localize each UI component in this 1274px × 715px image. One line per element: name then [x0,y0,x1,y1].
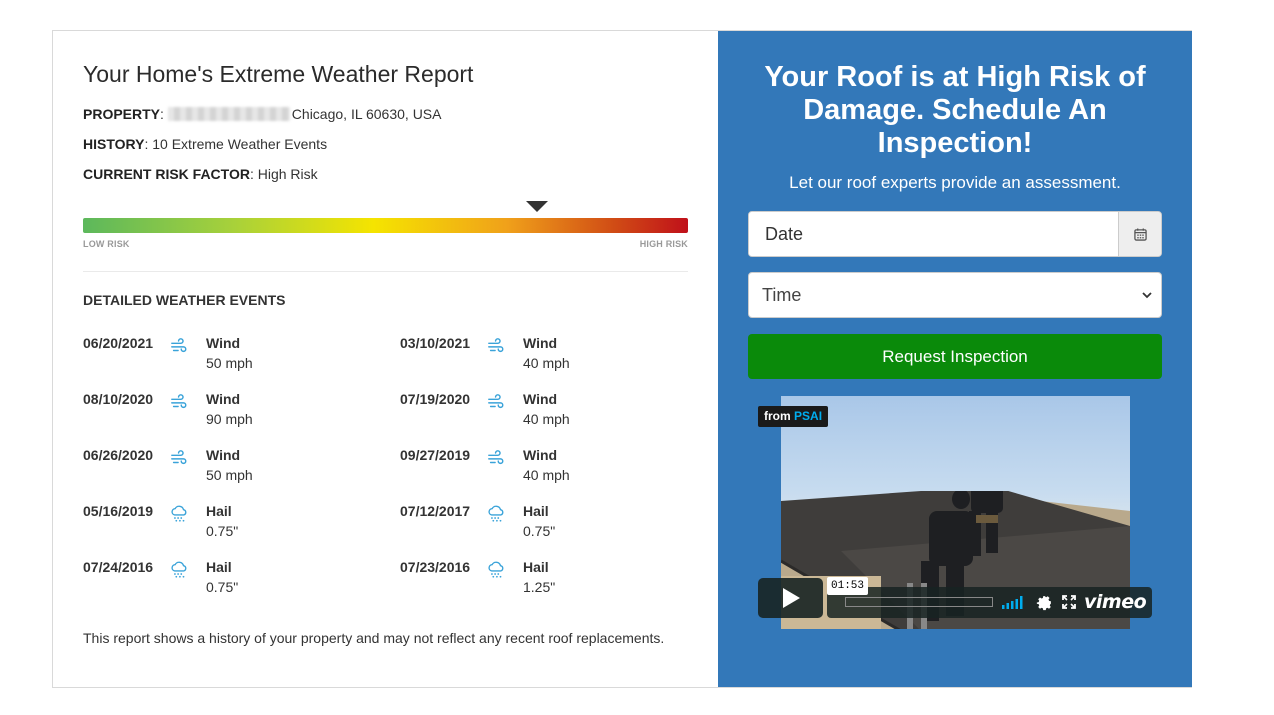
event-date: 07/12/2017 [400,503,471,519]
video-timecode: 01:53 [827,577,869,595]
chevron-down-icon [1142,292,1152,299]
event-value: 0.75" [523,523,556,539]
video-controls: vimeo [827,587,1152,618]
event-value: 50 mph [206,355,253,371]
play-button[interactable] [758,578,823,618]
event-date: 08/10/2020 [83,391,154,407]
divider [83,271,688,272]
report-panel: Your Home's Extreme Weather Report PROPE… [53,31,718,687]
history-value: 10 Extreme Weather Events [152,136,328,152]
weather-event-item: 03/10/2021 Wind 40 mph [400,335,700,381]
event-value: 90 mph [206,411,253,427]
property-value: Chicago, IL 60630, USA [291,106,442,122]
wind-icon [170,449,188,467]
event-type: Wind [523,447,558,463]
calendar-icon [1133,227,1147,241]
event-date: 09/27/2019 [400,447,471,463]
calendar-button[interactable] [1118,212,1161,256]
weather-event-item: 06/26/2020 Wind 50 mph [83,447,383,493]
event-value: 0.75" [206,579,239,595]
video-source-badge[interactable]: from PSAI [758,406,829,427]
event-value: 1.25" [523,579,556,595]
date-field [748,211,1162,257]
hail-icon [487,505,505,523]
risk-gradient-bar [83,218,688,233]
weather-event-item: 09/27/2019 Wind 40 mph [400,447,700,493]
wind-icon [487,449,505,467]
event-value: 40 mph [523,411,570,427]
hail-icon [170,505,188,523]
report-footnote: This report shows a history of your prop… [83,630,665,646]
weather-event-item: 07/24/2016 Hail 0.75" [83,559,383,605]
event-date: 05/16/2019 [83,503,154,519]
inspection-panel: Your Roof is at High Risk of Damage. Sch… [718,31,1192,687]
gear-icon[interactable] [1036,594,1053,611]
risk-factor-label: CURRENT RISK FACTOR [83,166,250,182]
from-brand: PSAI [794,409,823,423]
property-label: PROPERTY [83,106,161,122]
time-select-label: Time [762,285,802,305]
weather-report-card: Your Home's Extreme Weather Report PROPE… [52,30,1192,688]
risk-factor-row: CURRENT RISK FACTOR: High Risk [83,166,318,182]
event-type: Wind [523,335,558,351]
event-type: Wind [523,391,558,407]
event-value: 0.75" [206,523,239,539]
time-select[interactable]: Time [748,272,1162,318]
weather-event-item: 05/16/2019 Hail 0.75" [83,503,383,549]
cta-subtitle: Let our roof experts provide an assessme… [789,173,1121,192]
weather-event-item: 06/20/2021 Wind 50 mph [83,335,383,381]
risk-marker-icon [525,201,548,212]
weather-event-item: 07/19/2020 Wind 40 mph [400,391,700,437]
event-date: 07/19/2020 [400,391,471,407]
event-type: Hail [206,503,232,519]
weather-event-item: 07/23/2016 Hail 1.25" [400,559,700,605]
wind-icon [487,337,505,355]
history-row: HISTORY: 10 Extreme Weather Events [83,136,328,152]
property-row: PROPERTY: Chicago, IL 60630, USA [83,106,442,122]
fullscreen-icon[interactable] [1062,595,1076,609]
event-date: 07/23/2016 [400,559,471,575]
event-type: Wind [206,335,241,351]
wind-icon [170,337,188,355]
cta-title: Your Roof is at High Risk of Damage. Sch… [764,61,1146,159]
event-type: Wind [206,391,241,407]
event-date: 03/10/2021 [400,335,471,351]
weather-event-item: 07/12/2017 Hail 0.75" [400,503,700,549]
wind-icon [487,393,505,411]
hail-icon [170,561,188,579]
event-value: 40 mph [523,467,570,483]
event-date: 06/20/2021 [83,335,154,351]
high-risk-label: HIGH RISK [639,239,688,249]
volume-icon[interactable] [1002,596,1026,609]
event-type: Hail [206,559,232,575]
events-title: DETAILED WEATHER EVENTS [83,292,286,308]
event-date: 06/26/2020 [83,447,154,463]
video-progress-bar[interactable] [845,597,993,607]
event-value: 50 mph [206,467,253,483]
risk-factor-value: High Risk [257,166,318,182]
redacted-address [167,107,290,121]
from-prefix: from [764,409,791,423]
event-date: 07/24/2016 [83,559,154,575]
event-type: Hail [523,559,549,575]
weather-event-item: 08/10/2020 Wind 90 mph [83,391,383,437]
request-inspection-button[interactable]: Request Inspection [748,334,1162,379]
history-label: HISTORY [83,136,145,152]
wind-icon [170,393,188,411]
date-input[interactable] [749,212,1119,256]
play-icon [782,588,800,608]
low-risk-label: LOW RISK [83,239,130,249]
report-title: Your Home's Extreme Weather Report [83,61,474,87]
event-value: 40 mph [523,355,570,371]
hail-icon [487,561,505,579]
event-type: Hail [523,503,549,519]
vimeo-logo[interactable]: vimeo [1084,591,1147,613]
event-type: Wind [206,447,241,463]
